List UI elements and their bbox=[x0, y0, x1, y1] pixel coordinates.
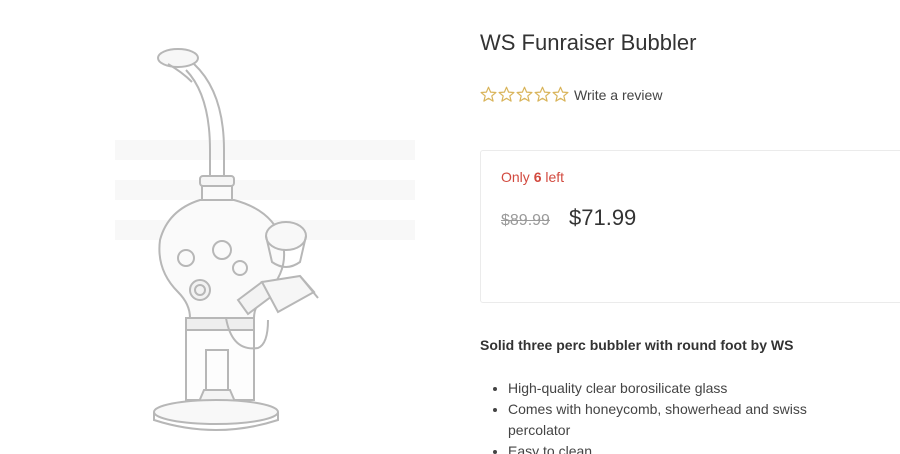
stock-count: 6 bbox=[533, 169, 542, 185]
star-icon[interactable] bbox=[480, 86, 497, 103]
star-icon[interactable] bbox=[516, 86, 533, 103]
product-image-gallery[interactable] bbox=[0, 0, 440, 454]
stock-suffix: left bbox=[545, 169, 565, 185]
star-icon[interactable] bbox=[534, 86, 551, 103]
star-rating[interactable] bbox=[480, 86, 569, 103]
feature-item: High-quality clear borosilicate glass bbox=[508, 378, 868, 399]
product-title: WS Funraiser Bubbler bbox=[480, 30, 697, 55]
old-price: $89.99 bbox=[501, 212, 550, 229]
star-icon[interactable] bbox=[498, 86, 515, 103]
product-rating: Write a review bbox=[480, 86, 662, 103]
write-review-link[interactable]: Write a review bbox=[574, 87, 662, 103]
stock-prefix: Only bbox=[501, 169, 530, 185]
product-info-panel: WS Funraiser Bubbler Write a review Only… bbox=[480, 0, 900, 454]
feature-item: Comes with honeycomb, showerhead and swi… bbox=[508, 399, 868, 441]
price-box: Only 6 left $89.99 $71.99 bbox=[480, 150, 900, 303]
description-heading: Solid three perc bubbler with round foot… bbox=[480, 337, 794, 353]
star-icon[interactable] bbox=[552, 86, 569, 103]
feature-item: Easy to clean bbox=[508, 441, 868, 454]
stock-notice: Only 6 left bbox=[501, 169, 564, 185]
sale-price: $71.99 bbox=[569, 205, 637, 230]
feature-list: High-quality clear borosilicate glassCom… bbox=[508, 378, 868, 454]
product-image[interactable] bbox=[0, 0, 440, 454]
